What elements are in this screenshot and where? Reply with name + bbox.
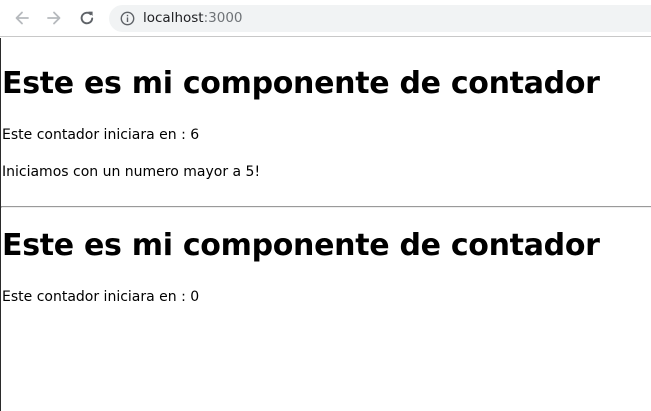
arrow-right-icon xyxy=(47,11,61,25)
address-bar[interactable]: localhost:3000 xyxy=(109,5,651,32)
counter-title: Este es mi componente de contador xyxy=(2,66,600,101)
counter-start-text: Este contador iniciara en : 0 xyxy=(2,289,200,305)
url-port: :3000 xyxy=(203,10,243,26)
reload-button[interactable] xyxy=(77,8,97,28)
url-host: localhost xyxy=(143,10,204,26)
reload-icon xyxy=(80,11,94,25)
forward-button[interactable] xyxy=(44,8,64,28)
back-button[interactable] xyxy=(12,8,32,28)
url-text: localhost:3000 xyxy=(143,10,243,26)
counter-title: Este es mi componente de contador xyxy=(2,228,600,263)
divider xyxy=(1,206,651,208)
counter-message: Iniciamos con un numero mayor a 5! xyxy=(2,164,261,180)
arrow-left-icon xyxy=(15,11,29,25)
browser-toolbar: localhost:3000 xyxy=(0,0,651,37)
counter-start-text: Este contador iniciara en : 6 xyxy=(2,127,200,143)
info-icon[interactable] xyxy=(120,11,135,26)
page-content: Este es mi componente de contador Este c… xyxy=(0,38,651,411)
